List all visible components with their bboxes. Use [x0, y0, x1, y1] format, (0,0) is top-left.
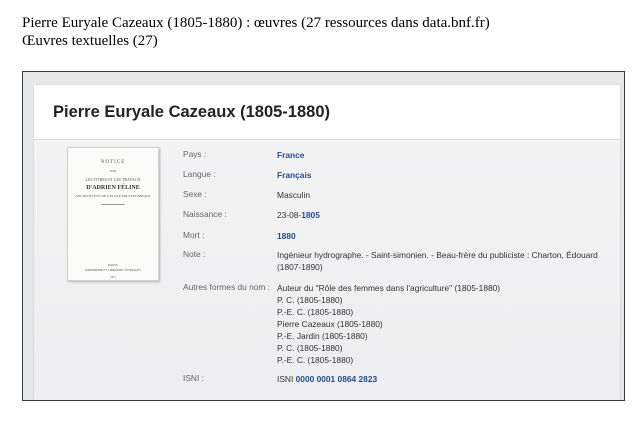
- book-cover-thumbnail[interactable]: NOTICE SUR LES TITRES ET LES TRAVAUX D'A…: [67, 147, 159, 281]
- cover-rule: [101, 204, 125, 205]
- author-name-heading: Pierre Euryale Cazeaux (1805-1880): [53, 103, 331, 121]
- naissance-year-link[interactable]: 1805: [301, 210, 320, 220]
- langue-label: Langue :: [183, 169, 216, 179]
- page-heading: Pierre Euryale Cazeaux (1805-1880) : œuv…: [22, 14, 490, 50]
- name-variant: P.-E. Jardin (1805-1880): [277, 331, 368, 341]
- heading-divider: [34, 139, 620, 140]
- name-variant: Auteur du "Rôle des femmes dans l'agricu…: [277, 283, 501, 293]
- cover-line: LES TITRES ET LES TRAVAUX: [85, 177, 141, 182]
- isni-value: ISNI 0000 0001 0864 2823: [277, 373, 612, 385]
- note-label: Note :: [183, 249, 206, 259]
- pays-link[interactable]: France: [277, 149, 612, 161]
- cover-line: PARIS: [108, 263, 118, 267]
- isni-label: ISNI :: [183, 373, 204, 383]
- mort-year-link[interactable]: 1880: [277, 230, 612, 242]
- autres-formes-list: Auteur du "Rôle des femmes dans l'agricu…: [277, 282, 612, 366]
- autres-formes-label: Autres formes du nom :: [183, 282, 271, 292]
- note-line: Ingénieur hydrographe. - Saint-simonien.…: [277, 250, 598, 260]
- cover-line: D'ADRIEN FÉLINE: [86, 185, 140, 191]
- name-variant: P.-E. C. (1805-1880): [277, 355, 354, 365]
- cover-line: NOTICE: [100, 160, 126, 165]
- langue-link[interactable]: Français: [277, 169, 612, 181]
- name-variant: P. C. (1805-1880): [277, 343, 343, 353]
- name-variant: Pierre Cazeaux (1805-1880): [277, 319, 383, 329]
- page-subtitle: Œuvres textuelles (27): [22, 33, 158, 49]
- cover-line: SUR: [109, 169, 117, 173]
- mort-label: Mort :: [183, 230, 205, 240]
- naissance-date: 23-08-: [277, 210, 302, 220]
- note-value: Ingénieur hydrographe. - Saint-simonien.…: [277, 249, 612, 273]
- cover-line: 1871: [110, 275, 116, 279]
- naissance-label: Naissance :: [183, 209, 227, 219]
- cover-line: IMPRIMERIE ET LIBRAIRIE CENTRALES: [85, 268, 141, 272]
- note-line: (1807-1890): [277, 262, 323, 272]
- embedded-screenshot: Pierre Euryale Cazeaux (1805-1880) NOTIC…: [22, 71, 625, 401]
- author-card: Pierre Euryale Cazeaux (1805-1880) NOTIC…: [34, 85, 620, 400]
- name-variant: P.-E. C. (1805-1880): [277, 307, 354, 317]
- sexe-value: Masculin: [277, 190, 311, 200]
- isni-link[interactable]: 0000 0001 0864 2823: [296, 374, 378, 384]
- pays-label: Pays :: [183, 149, 207, 159]
- name-variant: P. C. (1805-1880): [277, 295, 343, 305]
- sexe-label: Sexe :: [183, 189, 207, 199]
- cover-line: ANCIEN ÉLÈVE DE L'ÉCOLE POLYTECHNIQUE: [75, 194, 151, 198]
- isni-prefix: ISNI: [277, 374, 296, 384]
- page-title: Pierre Euryale Cazeaux (1805-1880) : œuv…: [22, 15, 490, 31]
- naissance-value: 23-08-1805: [277, 209, 612, 221]
